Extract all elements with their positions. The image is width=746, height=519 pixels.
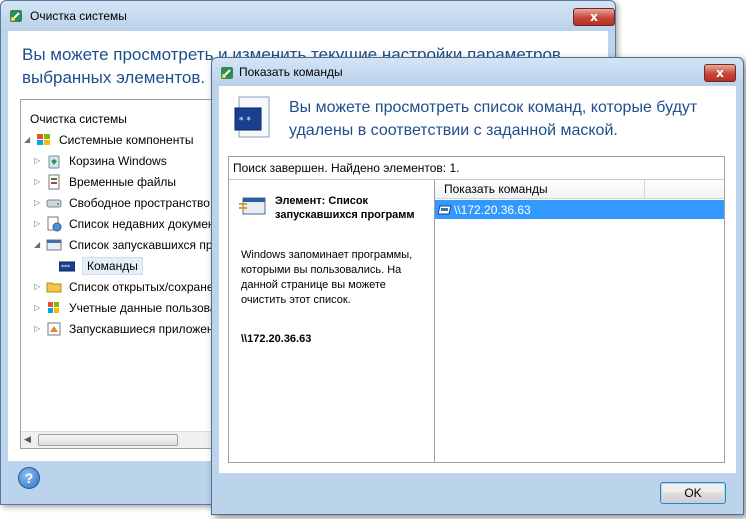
search-status: Поиск завершен. Найдено элементов: 1. [233, 161, 460, 175]
svg-text:***: *** [61, 264, 70, 271]
apps-icon [47, 322, 61, 335]
tree-item-label: Очистка системы [30, 111, 127, 126]
item-title: Элемент: Список запускавшихся программ [275, 195, 415, 221]
dialog-client-area: * * Вы можете просмотреть список команд,… [219, 86, 736, 473]
item-info-panel: Элемент: Список запускавшихся программ W… [229, 180, 434, 462]
tree-item-label: Свободное пространство н [69, 195, 220, 210]
recycle-bin-icon [48, 155, 60, 168]
dialog-close-button[interactable]: x [704, 64, 736, 82]
list-row-label: \\172.20.36.63 [454, 202, 531, 217]
tree-item-label: Список открытых/сохране [69, 279, 214, 294]
expand-arrow-icon[interactable]: ▷ [34, 177, 44, 186]
tree-item-recycle-bin[interactable]: ▷ Корзина Windows [34, 150, 167, 171]
tree-item-label: Запускавшиеся приложен [69, 321, 214, 336]
temp-files-icon [48, 174, 60, 189]
commands-list[interactable]: Показать команды \\172.20.36.63 [434, 180, 724, 462]
commands-icon: *** [59, 261, 75, 271]
tree-item-label: Учетные данные пользова [69, 300, 217, 315]
tree-item-system-components[interactable]: ◢ Системные компоненты [24, 129, 193, 150]
results-panel: Поиск завершен. Найдено элементов: 1. Эл… [228, 156, 725, 463]
expand-arrow-icon[interactable]: ▷ [34, 198, 44, 207]
program-window-icon [239, 197, 266, 215]
column-header-commands[interactable]: Показать команды [435, 180, 645, 198]
tree-item-root[interactable]: Очистка системы [30, 108, 127, 129]
tree-item-recent-docs[interactable]: ▷ Список недавних документ [34, 213, 220, 234]
back-titlebar[interactable]: Очистка системы x [1, 1, 615, 31]
disk-icon [46, 199, 62, 207]
command-list-icon: * * [234, 96, 270, 138]
cleanup-tree[interactable]: Очистка системы ◢ Системные компоненты ▷… [20, 99, 220, 449]
tree-item-commands[interactable]: *** Команды [59, 255, 143, 276]
broom-icon [10, 10, 22, 22]
scrollbar-thumb[interactable] [38, 434, 178, 446]
scroll-left-icon[interactable]: ◀ [24, 434, 31, 445]
expand-arrow-icon[interactable]: ▷ [34, 282, 44, 291]
dialog-title: Показать команды [239, 65, 343, 79]
tree-item-label: Список запускавшихся пр [69, 237, 213, 252]
tree-item-credentials[interactable]: ▷ Учетные данные пользова [34, 297, 217, 318]
dialog-titlebar[interactable]: Показать команды x [212, 58, 743, 86]
tree-item-free-space[interactable]: ▷ Свободное пространство н [34, 192, 220, 213]
recent-docs-icon [47, 216, 62, 231]
tree-item-label: Корзина Windows [69, 153, 167, 168]
tree-item-run-list[interactable]: ◢ Список запускавшихся пр [34, 234, 213, 255]
list-header: Показать команды [435, 180, 724, 199]
credentials-icon [48, 301, 59, 313]
help-button[interactable]: ? [18, 467, 40, 489]
run-list-icon [46, 239, 62, 250]
list-row[interactable]: \\172.20.36.63 [435, 200, 724, 219]
back-close-button[interactable]: x [573, 8, 615, 26]
svg-text:* *: * * [239, 116, 251, 126]
ok-button[interactable]: OK [660, 482, 726, 504]
network-drive-icon [438, 205, 452, 214]
collapse-arrow-icon[interactable]: ◢ [34, 240, 44, 249]
windows-logo-icon [37, 133, 50, 145]
dialog-header-text: Вы можете просмотреть список команд, кот… [289, 99, 698, 139]
broom-icon [221, 67, 233, 79]
tree-item-open-save-list[interactable]: ▷ Список открытых/сохране [34, 276, 214, 297]
tree-item-temp-files[interactable]: ▷ Временные файлы [34, 171, 176, 192]
item-value: \\172.20.36.63 [241, 333, 312, 345]
show-commands-dialog: Показать команды x * * Вы можете просмот… [211, 57, 744, 515]
tree-item-label: Временные файлы [69, 174, 177, 189]
folder-icon [46, 282, 62, 292]
expand-arrow-icon[interactable]: ▷ [34, 156, 44, 165]
tree-item-label: Команды [82, 256, 143, 275]
back-window-title: Очистка системы [30, 9, 127, 23]
expand-arrow-icon[interactable]: ▷ [34, 303, 44, 312]
item-description: Windows запоминает программы, которыми в… [241, 249, 413, 306]
tree-item-label: Системные компоненты [59, 132, 194, 147]
expand-arrow-icon[interactable]: ▷ [34, 219, 44, 228]
collapse-arrow-icon[interactable]: ◢ [24, 135, 34, 144]
tree-horizontal-scrollbar[interactable]: ◀ [21, 431, 219, 448]
tree-item-label: Список недавних документ [69, 216, 220, 231]
tree-item-launched-apps[interactable]: ▷ Запускавшиеся приложен [34, 318, 214, 339]
expand-arrow-icon[interactable]: ▷ [34, 324, 44, 333]
